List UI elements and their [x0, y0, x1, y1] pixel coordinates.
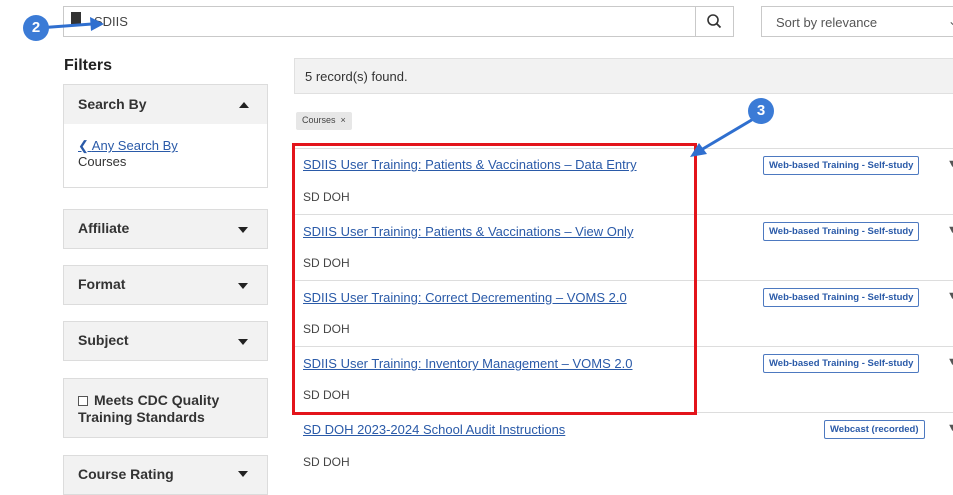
any-search-by-link[interactable]: ❮ Any Search By — [78, 138, 178, 154]
search-type-icon[interactable] — [71, 12, 81, 25]
search-icon — [707, 14, 722, 29]
chevron-down-icon[interactable]: ▼ — [947, 224, 953, 236]
caret-down-icon — [238, 471, 248, 477]
active-filter-label: Courses — [302, 115, 336, 125]
sort-selected: Sort by relevance — [776, 15, 878, 30]
format-badge: Webcast (recorded) — [824, 420, 925, 439]
cdc-standards-filter[interactable]: Meets CDC Quality Training Standards — [63, 378, 268, 438]
search-by-panel-body: ❮ Any Search By Courses — [63, 124, 268, 188]
filters-heading: Filters — [64, 57, 113, 74]
sort-select[interactable]: Sort by relevance ⌄ — [761, 6, 953, 37]
search-button[interactable] — [696, 6, 734, 37]
filter-format-label: Format — [78, 276, 126, 292]
search-by-label: Search By — [78, 96, 147, 112]
filter-subject-label: Subject — [78, 332, 129, 348]
cdc-label-line2: Training Standards — [78, 409, 205, 425]
caret-down-icon — [238, 227, 248, 233]
step-2-marker: 2 — [23, 15, 49, 41]
filter-course-rating[interactable]: Course Rating — [63, 455, 268, 495]
active-filter-chip[interactable]: Courses × — [296, 112, 352, 130]
cdc-label-line1: Meets CDC Quality — [94, 392, 220, 408]
filter-subject[interactable]: Subject — [63, 321, 268, 361]
records-found-bar: 5 record(s) found. — [294, 58, 953, 94]
search-input[interactable]: SDIIS — [63, 6, 696, 37]
format-badge: Web-based Training - Self-study — [763, 354, 920, 373]
close-icon[interactable]: × — [338, 115, 346, 125]
filter-format[interactable]: Format — [63, 265, 268, 305]
result-org: SD DOH — [303, 455, 350, 469]
caret-up-icon — [239, 102, 249, 108]
result-title-link[interactable]: SD DOH 2023-2024 School Audit Instructio… — [303, 422, 565, 437]
chevron-down-icon: ⌄ — [948, 14, 953, 28]
filter-course-rating-label: Course Rating — [78, 466, 174, 482]
filter-affiliate-label: Affiliate — [78, 220, 130, 236]
chevron-down-icon[interactable]: ▼ — [947, 158, 953, 170]
highlight-box — [292, 143, 697, 415]
cdc-checkbox[interactable] — [78, 396, 88, 406]
filter-affiliate[interactable]: Affiliate — [63, 209, 268, 249]
caret-down-icon — [238, 283, 248, 289]
format-badge: Web-based Training - Self-study — [763, 156, 920, 175]
search-query: SDIIS — [94, 14, 128, 29]
caret-down-icon — [238, 339, 248, 345]
chevron-down-icon[interactable]: ▼ — [947, 422, 953, 434]
chevron-down-icon[interactable]: ▼ — [947, 356, 953, 368]
format-badge: Web-based Training - Self-study — [763, 288, 920, 307]
step-3-marker: 3 — [748, 98, 774, 124]
search-by-panel-header[interactable]: Search By — [63, 84, 268, 125]
chevron-left-icon: ❮ — [78, 138, 92, 153]
search-by-value: Courses — [78, 154, 127, 169]
chevron-down-icon[interactable]: ▼ — [947, 290, 953, 302]
format-badge: Web-based Training - Self-study — [763, 222, 920, 241]
records-found-text: 5 record(s) found. — [305, 69, 408, 84]
any-search-by-text: Any Search By — [91, 138, 178, 153]
